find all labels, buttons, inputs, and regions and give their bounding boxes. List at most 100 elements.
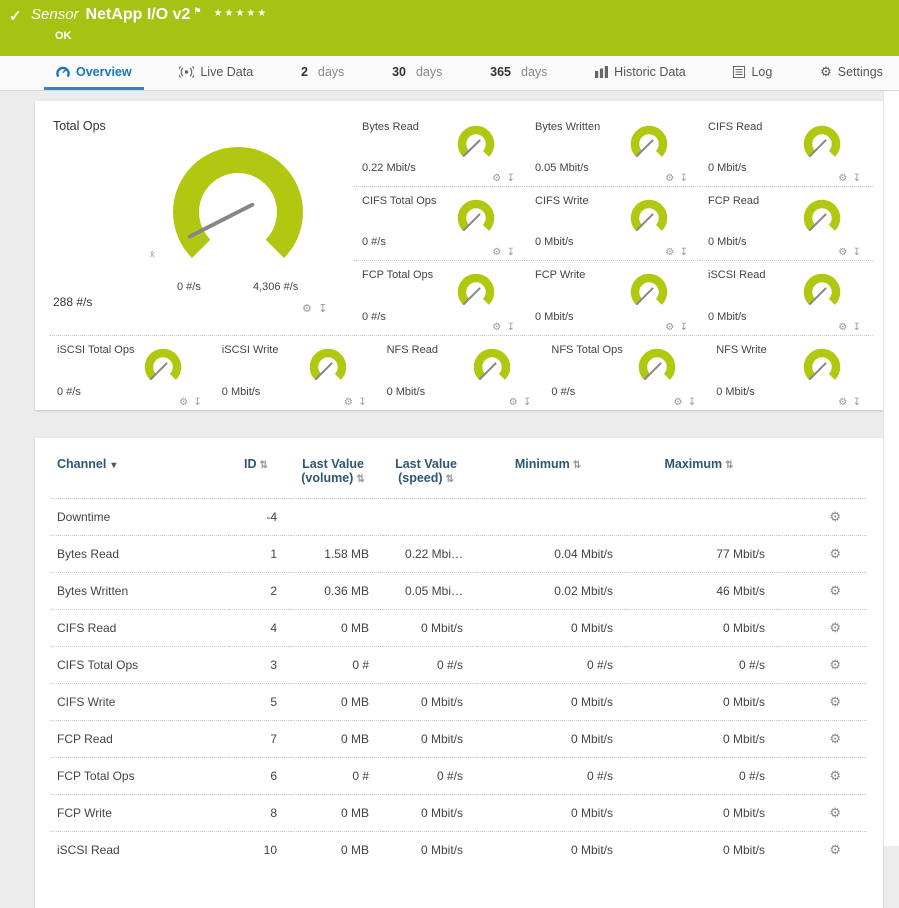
gauge-settings-icon[interactable]: ⚙: [492, 173, 501, 184]
gauge-settings-icon[interactable]: ⚙: [673, 397, 682, 408]
gauge-download-icon[interactable]: ↧: [318, 303, 327, 315]
channel-settings-icon[interactable]: ⚙: [829, 657, 841, 672]
gauge-tile[interactable]: Bytes Read 0.22 Mbit/s ⚙ ↧: [354, 113, 527, 187]
gauge-settings-icon[interactable]: ⚙: [492, 322, 501, 333]
tab-log[interactable]: Log: [721, 56, 784, 90]
cell-last-value-speed: 0 Mbit/s: [383, 795, 477, 832]
gauge-tile[interactable]: CIFS Write 0 Mbit/s ⚙ ↧: [527, 187, 700, 261]
table-row[interactable]: Bytes Written 2 0.36 MB 0.05 Mbi… 0.02 M…: [51, 573, 867, 610]
gauge: [799, 121, 845, 167]
flag-icon[interactable]: ⚑: [193, 6, 201, 16]
table-row[interactable]: CIFS Read 4 0 MB 0 Mbit/s 0 Mbit/s 0 Mbi…: [51, 610, 867, 647]
gauge: [626, 195, 672, 241]
gauge-download-icon[interactable]: ↧: [680, 322, 688, 333]
table-row[interactable]: CIFS Total Ops 3 0 # 0 #/s 0 #/s 0 #/s ⚙: [51, 647, 867, 684]
gauge-download-icon[interactable]: ↧: [193, 397, 201, 408]
gauge-download-icon[interactable]: ↧: [680, 247, 688, 258]
priority-stars[interactable]: ★★★★★: [214, 8, 269, 19]
column-header-id[interactable]: ID⇅: [229, 444, 291, 499]
gauge-tile[interactable]: FCP Write 0 Mbit/s ⚙ ↧: [527, 261, 700, 335]
table-row[interactable]: Downtime -4 ⚙: [51, 499, 867, 536]
gauge-tile[interactable]: FCP Total Ops 0 #/s ⚙ ↧: [354, 261, 527, 335]
column-header-last-value-volume[interactable]: Last Value (volume)⇅: [291, 444, 383, 499]
table-row[interactable]: Bytes Read 1 1.58 MB 0.22 Mbi… 0.04 Mbit…: [51, 536, 867, 573]
total-ops-gauge-tile[interactable]: Total Ops x̄ 0 #/s 4,306 #/s 288 #/s ⚙ ↧: [49, 113, 354, 335]
cell-actions: ⚙: [779, 573, 867, 610]
table-row[interactable]: CIFS Write 5 0 MB 0 Mbit/s 0 Mbit/s 0 Mb…: [51, 684, 867, 721]
gauge-settings-icon[interactable]: ⚙: [838, 247, 847, 258]
table-row[interactable]: FCP Read 7 0 MB 0 Mbit/s 0 Mbit/s 0 Mbit…: [51, 721, 867, 758]
gauge-download-icon[interactable]: ↧: [523, 397, 531, 408]
column-header-maximum[interactable]: Maximum⇅: [627, 444, 779, 499]
channel-settings-icon[interactable]: ⚙: [829, 694, 841, 709]
channel-settings-icon[interactable]: ⚙: [829, 546, 841, 561]
scrollbar[interactable]: [883, 91, 899, 846]
cell-actions: ⚙: [779, 610, 867, 647]
sort-icon[interactable]: ⇅: [446, 474, 454, 485]
gauge-settings-icon[interactable]: ⚙: [665, 322, 674, 333]
table-row[interactable]: iSCSI Read 10 0 MB 0 Mbit/s 0 Mbit/s 0 M…: [51, 832, 867, 869]
sensor-header: ✓ SensorNetApp I/O v2⚑★★★★★ OK: [0, 0, 899, 56]
gauge-download-icon[interactable]: ↧: [507, 173, 515, 184]
gauge-settings-icon[interactable]: ⚙: [492, 247, 501, 258]
gauge-tile[interactable]: iSCSI Total Ops 0 #/s ⚙ ↧: [49, 336, 214, 410]
gauge-settings-icon[interactable]: ⚙: [838, 397, 847, 408]
gauge-settings-icon[interactable]: ⚙: [838, 322, 847, 333]
gauge-download-icon[interactable]: ↧: [358, 397, 366, 408]
tab-30-days[interactable]: 30 days: [380, 56, 454, 90]
gauge-tile[interactable]: Bytes Written 0.05 Mbit/s ⚙ ↧: [527, 113, 700, 187]
channel-settings-icon[interactable]: ⚙: [829, 805, 841, 820]
channel-settings-icon[interactable]: ⚙: [829, 583, 841, 598]
gauge-settings-icon[interactable]: ⚙: [838, 173, 847, 184]
gauge-tile[interactable]: CIFS Read 0 Mbit/s ⚙ ↧: [700, 113, 873, 187]
column-header-channel[interactable]: Channel▾: [51, 444, 229, 499]
tab-overview[interactable]: Overview: [44, 56, 144, 90]
filter-dropdown-icon[interactable]: ▾: [111, 460, 116, 471]
gauge-download-icon[interactable]: ↧: [507, 247, 515, 258]
tab-historic-data[interactable]: Historic Data: [583, 56, 698, 90]
sort-icon[interactable]: ⇅: [356, 474, 364, 485]
sort-icon[interactable]: ⇅: [573, 460, 581, 471]
gauge-settings-icon[interactable]: ⚙: [665, 173, 674, 184]
gauge-tile[interactable]: FCP Read 0 Mbit/s ⚙ ↧: [700, 187, 873, 261]
sort-icon[interactable]: ⇅: [260, 460, 268, 471]
gauge-download-icon[interactable]: ↧: [680, 173, 688, 184]
gauge-tile[interactable]: NFS Total Ops 0 #/s ⚙ ↧: [543, 336, 708, 410]
gauge-download-icon[interactable]: ↧: [853, 322, 861, 333]
table-row[interactable]: FCP Write 8 0 MB 0 Mbit/s 0 Mbit/s 0 Mbi…: [51, 795, 867, 832]
gauge-settings-icon[interactable]: ⚙: [179, 397, 188, 408]
tab-2-days[interactable]: 2 days: [289, 56, 356, 90]
gauge: [799, 344, 845, 390]
channel-settings-icon[interactable]: ⚙: [829, 620, 841, 635]
channel-settings-icon[interactable]: ⚙: [829, 731, 841, 746]
column-header-minimum[interactable]: Minimum⇅: [477, 444, 627, 499]
gauge-settings-icon[interactable]: ⚙: [509, 397, 518, 408]
cell-maximum: 0 #/s: [627, 647, 779, 684]
gauge: [453, 121, 499, 167]
channel-settings-icon[interactable]: ⚙: [829, 768, 841, 783]
cell-minimum: 0.04 Mbit/s: [477, 536, 627, 573]
gauge-tile[interactable]: iSCSI Write 0 Mbit/s ⚙ ↧: [214, 336, 379, 410]
gauge-download-icon[interactable]: ↧: [853, 247, 861, 258]
gauge-tile[interactable]: iSCSI Read 0 Mbit/s ⚙ ↧: [700, 261, 873, 335]
gauge-tile[interactable]: CIFS Total Ops 0 #/s ⚙ ↧: [354, 187, 527, 261]
gauge-tile[interactable]: NFS Write 0 Mbit/s ⚙ ↧: [708, 336, 873, 410]
cell-maximum: 77 Mbit/s: [627, 536, 779, 573]
channel-settings-icon[interactable]: ⚙: [829, 509, 841, 524]
gauge-tile[interactable]: NFS Read 0 Mbit/s ⚙ ↧: [379, 336, 544, 410]
tab-365-days[interactable]: 365 days: [478, 56, 559, 90]
column-header-last-value-speed[interactable]: Last Value (speed)⇅: [383, 444, 477, 499]
gauge-download-icon[interactable]: ↧: [853, 397, 861, 408]
gauge-settings-icon[interactable]: ⚙: [302, 303, 312, 315]
tab-live-data[interactable]: Live Data: [167, 56, 265, 90]
gauge-settings-icon[interactable]: ⚙: [344, 397, 353, 408]
cell-maximum: 0 Mbit/s: [627, 684, 779, 721]
channel-settings-icon[interactable]: ⚙: [829, 842, 841, 857]
sort-icon[interactable]: ⇅: [725, 460, 733, 471]
gauge-download-icon[interactable]: ↧: [853, 173, 861, 184]
tab-settings[interactable]: ⚙ Settings: [808, 56, 895, 90]
gauge-download-icon[interactable]: ↧: [688, 397, 696, 408]
gauge-settings-icon[interactable]: ⚙: [665, 247, 674, 258]
gauge-download-icon[interactable]: ↧: [507, 322, 515, 333]
table-row[interactable]: FCP Total Ops 6 0 # 0 #/s 0 #/s 0 #/s ⚙: [51, 758, 867, 795]
